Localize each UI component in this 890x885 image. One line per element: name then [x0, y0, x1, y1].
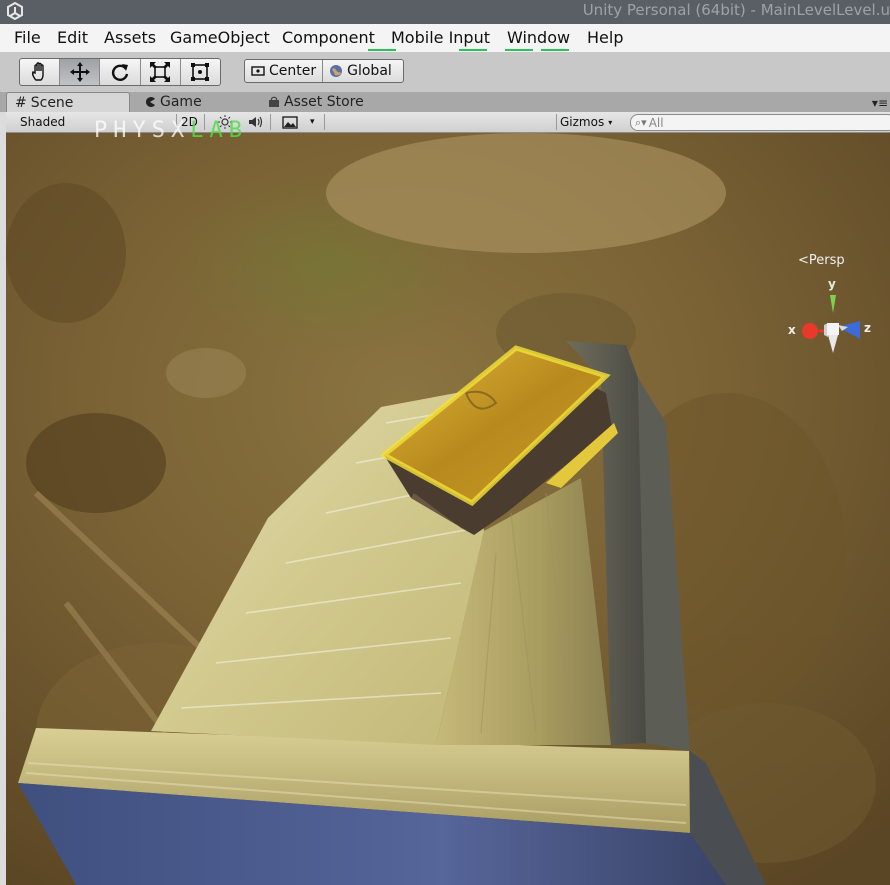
scene-render[interactable]: [6, 133, 890, 885]
menu-accent-line: [505, 49, 533, 51]
move-tool-button[interactable]: [60, 59, 101, 85]
axis-y-arrow[interactable]: [830, 295, 836, 313]
separator: [324, 114, 325, 130]
menu-accent-line: [459, 49, 487, 51]
axis-z-label: z: [864, 321, 871, 335]
rect-tool-button[interactable]: [181, 59, 220, 85]
axis-x-label: x: [788, 323, 796, 337]
pivot-center-button[interactable]: Center: [245, 60, 322, 82]
menu-accent-line: [541, 49, 569, 51]
tab-asset-store[interactable]: Asset Store: [268, 92, 364, 112]
menu-mobile-input[interactable]: Mobile Input: [391, 28, 490, 47]
projection-label: Persp: [808, 253, 845, 268]
pivot-global-button[interactable]: Global: [322, 60, 398, 82]
gizmo-center-cube[interactable]: [827, 323, 839, 335]
physx-watermark: PHYSXLAB: [94, 118, 248, 143]
tab-scene-label: Scene: [30, 95, 74, 111]
rotate-icon: [111, 64, 129, 81]
image-icon: [282, 115, 298, 129]
menu-component[interactable]: Component: [282, 28, 375, 47]
tab-scene[interactable]: # Scene: [6, 92, 130, 113]
scene-view[interactable]: y x z <Persp: [6, 133, 890, 885]
rotate-tool-button[interactable]: [100, 59, 141, 85]
main-toolbar: Center Global: [0, 52, 890, 92]
grid-icon: #: [15, 95, 27, 111]
rect-icon: [191, 63, 210, 81]
menu-help[interactable]: Help: [587, 28, 623, 47]
effects-toggle-button[interactable]: [282, 112, 298, 132]
globe-icon: [330, 65, 343, 77]
hierarchy-search-field[interactable]: ⌕▾ All: [630, 114, 890, 131]
pivot-center-icon: [251, 66, 265, 76]
effects-dropdown-arrow-icon[interactable]: ▾: [310, 112, 315, 132]
hand-tool-button[interactable]: [20, 59, 61, 85]
axis-z-arrow[interactable]: [838, 321, 860, 339]
scale-tool-button[interactable]: [141, 59, 181, 85]
gizmos-label: Gizmos: [560, 115, 605, 129]
axis-y-label: y: [828, 277, 836, 291]
tab-asset-store-label: Asset Store: [284, 94, 364, 110]
menu-assets[interactable]: Assets: [104, 28, 156, 47]
window-title: Unity Personal (64bit) - MainLevelLevel.…: [582, 1, 890, 19]
pacman-icon: [146, 97, 155, 107]
wooden-base-plank[interactable]: [18, 728, 766, 885]
shading-mode-dropdown[interactable]: Shaded: [20, 112, 65, 132]
axis-neg-y-cone[interactable]: [828, 335, 838, 353]
separator: [556, 114, 557, 130]
tab-game-label: Game: [160, 94, 202, 110]
menu-accent-line: [368, 49, 396, 51]
audio-toggle-button[interactable]: [248, 112, 264, 132]
title-bar: Unity Personal (64bit) - MainLevelLevel.…: [0, 0, 890, 24]
separator: [270, 114, 271, 130]
tab-game[interactable]: Game: [144, 92, 202, 112]
tab-bar: # Scene Game Asset Store ▾≡: [0, 92, 890, 113]
axis-x-cone[interactable]: [802, 323, 818, 339]
physx-white-text: PHYSX: [94, 118, 191, 143]
unity-logo-icon: [7, 2, 23, 20]
pivot-center-label: Center: [269, 63, 317, 79]
transform-tools: [19, 58, 221, 86]
move-icon: [69, 62, 90, 82]
orientation-gizmo[interactable]: [786, 273, 890, 383]
speaker-icon: [249, 116, 263, 128]
projection-toggle[interactable]: <Persp: [798, 253, 845, 268]
menu-bar: File Edit Assets GameObject Component Mo…: [0, 24, 890, 53]
tab-options-menu-icon[interactable]: ▾≡: [872, 96, 888, 110]
pivot-toggle-group: Center Global: [244, 59, 404, 83]
arrow-left-icon: <: [798, 253, 809, 268]
scale-icon: [150, 62, 171, 82]
menu-gameobject[interactable]: GameObject: [170, 28, 270, 47]
menu-window[interactable]: Window: [507, 28, 570, 47]
menu-file[interactable]: File: [14, 28, 41, 47]
search-placeholder: All: [648, 115, 664, 130]
physx-green-text: LAB: [190, 118, 248, 143]
search-icon: ⌕▾: [635, 115, 647, 129]
hand-icon: [31, 62, 44, 81]
menu-edit[interactable]: Edit: [57, 28, 88, 47]
gizmos-dropdown[interactable]: Gizmos ▾: [560, 112, 612, 132]
shopping-bag-icon: [269, 96, 279, 107]
chevron-down-icon: ▾: [608, 117, 613, 127]
pivot-global-label: Global: [347, 63, 392, 79]
